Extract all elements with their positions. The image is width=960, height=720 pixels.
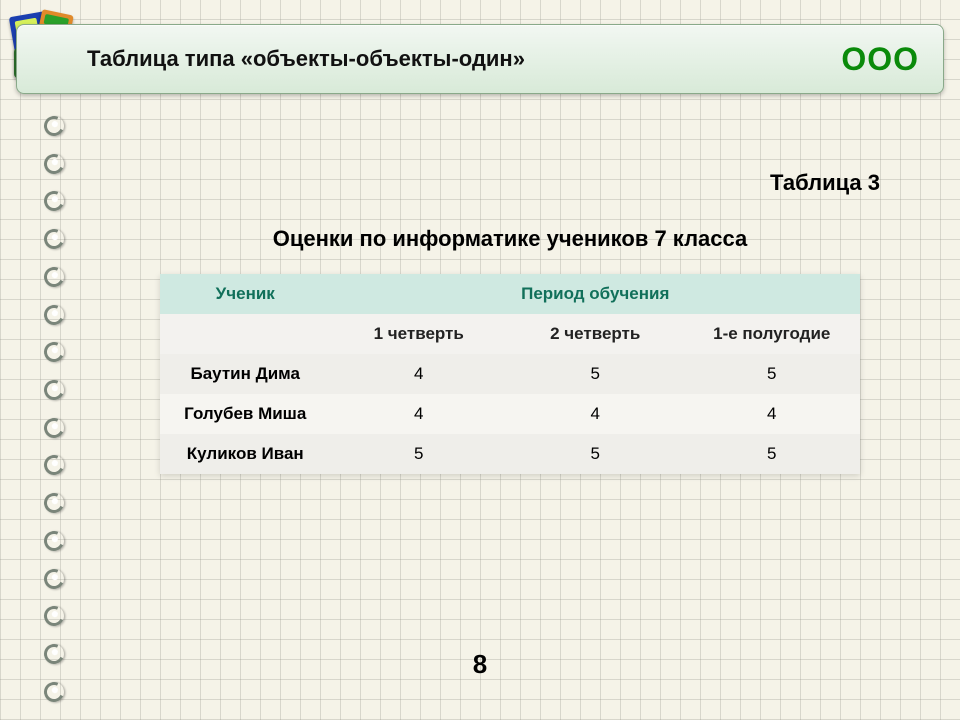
grade-cell: 5 xyxy=(683,434,860,474)
grade-cell: 4 xyxy=(507,394,684,434)
grade-cell: 4 xyxy=(330,354,507,394)
table-row: Баутин Дима 4 5 5 xyxy=(160,354,860,394)
slide-title: Таблица типа «объекты-объекты-один» xyxy=(87,46,841,72)
student-name: Баутин Дима xyxy=(160,354,330,394)
col-header-q2: 2 четверть xyxy=(507,314,684,354)
grade-cell: 5 xyxy=(330,434,507,474)
col-header-q1: 1 четверть xyxy=(330,314,507,354)
table-title: Оценки по информатике учеников 7 класса xyxy=(100,226,920,252)
title-banner: Таблица типа «объекты-объекты-один» ООО xyxy=(16,24,944,94)
spiral-binding-icon xyxy=(44,110,66,708)
student-name: Куликов Иван xyxy=(160,434,330,474)
table-row: Куликов Иван 5 5 5 xyxy=(160,434,860,474)
student-name: Голубев Миша xyxy=(160,394,330,434)
col-header-empty xyxy=(160,314,330,354)
col-header-h1: 1-е полугодие xyxy=(683,314,860,354)
grades-table: Ученик Период обучения 1 четверть 2 четв… xyxy=(160,274,860,474)
grade-cell: 4 xyxy=(683,394,860,434)
col-header-student: Ученик xyxy=(160,274,330,314)
grade-cell: 4 xyxy=(330,394,507,434)
table-row: Голубев Миша 4 4 4 xyxy=(160,394,860,434)
slide-content: Таблица 3 Оценки по информатике учеников… xyxy=(100,170,920,474)
table-number-label: Таблица 3 xyxy=(100,170,920,196)
grade-cell: 5 xyxy=(507,354,684,394)
slide-badge: ООО xyxy=(841,41,943,78)
grade-cell: 5 xyxy=(507,434,684,474)
page-number: 8 xyxy=(0,649,960,680)
grade-cell: 5 xyxy=(683,354,860,394)
col-header-period: Период обучения xyxy=(330,274,860,314)
